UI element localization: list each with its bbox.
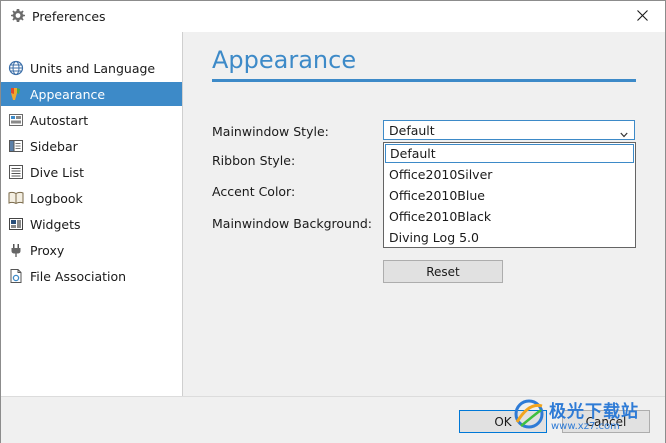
title-bar[interactable]: Preferences bbox=[1, 1, 665, 32]
sidebar-item-autostart[interactable]: Autostart bbox=[1, 108, 182, 132]
watermark-logo-icon bbox=[511, 396, 547, 432]
brush-icon bbox=[8, 86, 24, 102]
sidebar-item-dive-list[interactable]: Dive List bbox=[1, 160, 182, 184]
sidebar-item-proxy[interactable]: Proxy bbox=[1, 238, 182, 262]
sidebar-item-units-and-language[interactable]: Units and Language bbox=[1, 56, 182, 80]
dropdown-option-office2010black[interactable]: Office2010Black bbox=[385, 207, 634, 226]
sidebar-item-label: Proxy bbox=[30, 242, 65, 258]
dropdown-option-diving-log-5[interactable]: Diving Log 5.0 bbox=[385, 228, 634, 247]
gear-icon bbox=[10, 8, 26, 24]
sidebar-item-logbook[interactable]: Logbook bbox=[1, 186, 182, 210]
plug-icon bbox=[8, 242, 24, 258]
sidebar-item-widgets[interactable]: Widgets bbox=[1, 212, 182, 236]
sidebar: Units and Language Appearance Autostart … bbox=[1, 32, 183, 396]
autostart-icon bbox=[8, 112, 24, 128]
list-icon bbox=[8, 164, 24, 180]
dropdown-option-office2010blue[interactable]: Office2010Blue bbox=[385, 186, 634, 205]
mainwindow-background-label: Mainwindow Background: bbox=[212, 216, 373, 231]
preferences-window: Preferences Units and Language Appearanc… bbox=[0, 0, 666, 443]
sidebar-item-label: Logbook bbox=[30, 190, 83, 206]
watermark-text: 极光下载站 bbox=[549, 402, 639, 422]
heading-divider bbox=[212, 79, 636, 82]
globe-icon bbox=[8, 60, 24, 76]
dropdown-option-default[interactable]: Default bbox=[385, 144, 634, 163]
ribbon-style-label: Ribbon Style: bbox=[212, 153, 296, 168]
sidebar-item-appearance[interactable]: Appearance bbox=[1, 82, 182, 106]
window-title: Preferences bbox=[32, 9, 106, 24]
mainwindow-style-select[interactable]: Default bbox=[383, 120, 635, 140]
sidebar-item-file-association[interactable]: File Association bbox=[1, 264, 182, 288]
sidebar-item-sidebar[interactable]: Sidebar bbox=[1, 134, 182, 158]
close-icon bbox=[636, 9, 648, 24]
chevron-down-icon bbox=[620, 126, 628, 141]
sidebar-item-label: Widgets bbox=[30, 216, 81, 232]
watermark-url: www.xz7.com bbox=[551, 421, 620, 432]
dropdown-option-office2010silver[interactable]: Office2010Silver bbox=[385, 165, 634, 184]
file-icon bbox=[8, 268, 24, 284]
sidebar-item-label: File Association bbox=[30, 268, 127, 284]
page-title: Appearance bbox=[212, 46, 357, 74]
sidebar-item-label: Appearance bbox=[30, 86, 106, 102]
book-icon bbox=[8, 190, 24, 206]
accent-color-label: Accent Color: bbox=[212, 184, 296, 199]
sidebar-item-label: Autostart bbox=[30, 112, 89, 128]
mainwindow-style-dropdown: Default Office2010Silver Office2010Blue … bbox=[383, 142, 636, 248]
sidebar-item-label: Dive List bbox=[30, 164, 85, 180]
watermark: 极光下载站 www.xz7.com bbox=[511, 394, 661, 440]
widget-icon bbox=[8, 216, 24, 232]
close-button[interactable] bbox=[619, 1, 665, 32]
reset-button[interactable]: Reset bbox=[383, 260, 503, 283]
mainwindow-style-label: Mainwindow Style: bbox=[212, 124, 329, 139]
sidebar-item-label: Sidebar bbox=[30, 138, 78, 154]
sidebar-item-label: Units and Language bbox=[30, 60, 156, 76]
sidebar-icon bbox=[8, 138, 24, 154]
mainwindow-style-value: Default bbox=[389, 123, 435, 138]
